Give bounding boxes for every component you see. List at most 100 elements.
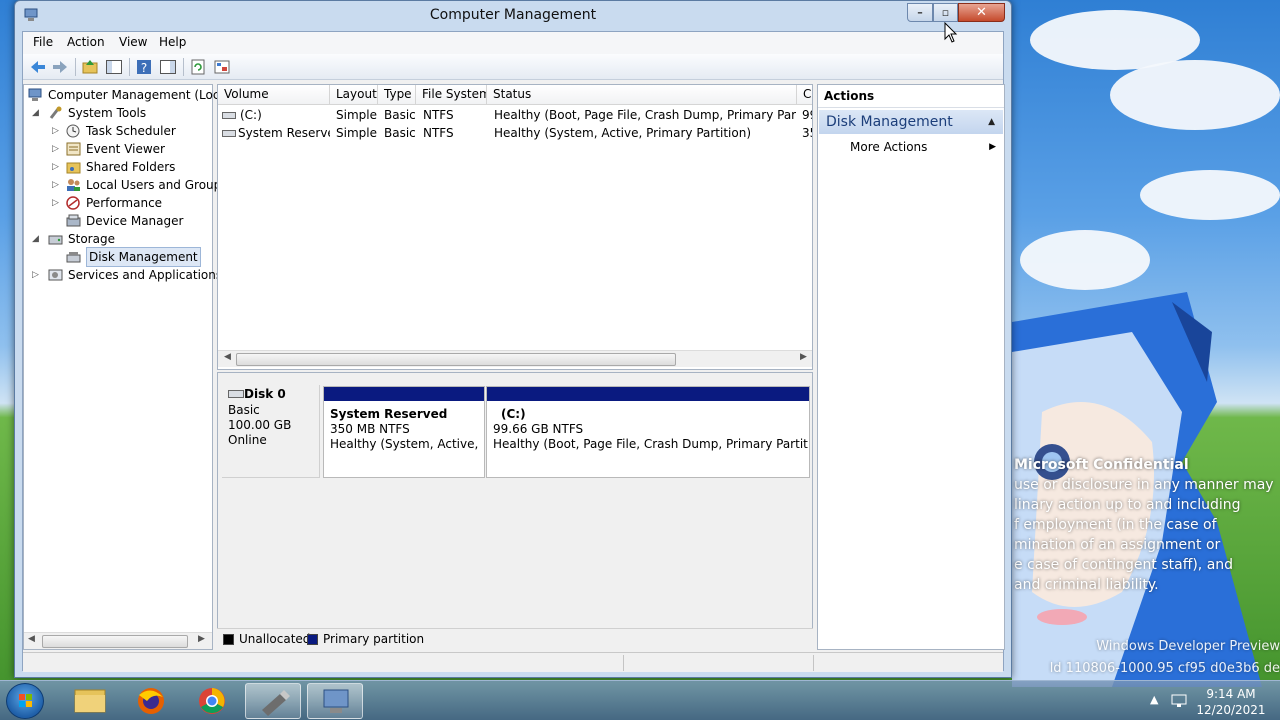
tree-node-computer-management[interactable]: Computer Management (Local [28, 86, 230, 104]
expand-arrow-icon[interactable]: ▷ [32, 266, 42, 284]
status-divider [813, 655, 814, 671]
cell-status: Healthy (System, Active, Primary Partiti… [494, 126, 752, 140]
partition-size: 350 MB NTFS [330, 422, 410, 436]
actions-group-label: Disk Management [826, 114, 953, 130]
properties-icon[interactable] [213, 58, 231, 76]
taskbar-firefox[interactable] [123, 683, 179, 719]
taskbar-computer-management[interactable] [307, 683, 363, 719]
menu-file[interactable]: File [33, 35, 53, 49]
event-viewer-icon [66, 142, 81, 156]
status-bar [23, 652, 1003, 672]
disk-0-info[interactable]: Disk 0 Basic 100.00 GB Online [222, 385, 320, 478]
partition-c-drive[interactable]: (C:) 99.66 GB NTFS Healthy (Boot, Page F… [486, 386, 810, 478]
cloud [1110, 60, 1280, 130]
show-hide-tree-icon[interactable] [105, 58, 123, 76]
disk-state: Online [228, 433, 267, 447]
expand-arrow-icon[interactable]: ▷ [52, 158, 62, 176]
refresh-icon[interactable] [189, 58, 207, 76]
tree-node-system-tools[interactable]: ◢ System Tools [32, 104, 212, 122]
expand-arrow-icon[interactable]: ▷ [52, 140, 62, 158]
column-header-type[interactable]: Type [378, 85, 416, 105]
maximize-icon: ▫ [941, 6, 950, 19]
start-button[interactable] [6, 683, 44, 719]
show-hide-action-pane-icon[interactable] [159, 58, 177, 76]
tree-label: Shared Folders [86, 160, 176, 174]
table-row[interactable]: System Reserved Simple Basic NTFS Health… [218, 124, 812, 142]
taskbar-chrome[interactable] [184, 683, 240, 719]
scroll-right-icon[interactable]: ▶ [198, 634, 205, 644]
tree-node-storage[interactable]: ◢ Storage [32, 230, 212, 248]
submenu-arrow-icon: ▶ [989, 142, 996, 152]
status-divider [623, 655, 624, 671]
column-header-status[interactable]: Status [487, 85, 797, 105]
scroll-left-icon[interactable]: ◀ [28, 634, 35, 644]
column-header-volume[interactable]: Volume [218, 85, 330, 105]
tree-label: System Tools [68, 106, 147, 120]
expand-arrow-icon[interactable]: ▷ [52, 176, 62, 194]
services-icon [48, 269, 63, 281]
tree-node-performance[interactable]: ▷ Performance [52, 194, 212, 212]
tree-node-device-manager[interactable]: Device Manager [52, 212, 212, 230]
svg-text:?: ? [141, 61, 147, 75]
title-bar[interactable]: Computer Management – ▫ ✕ [15, 1, 1011, 31]
expand-arrow-icon[interactable]: ▷ [52, 122, 62, 140]
menu-view[interactable]: View [119, 35, 147, 49]
collapse-arrow-icon[interactable]: ◢ [32, 230, 42, 248]
up-folder-icon[interactable] [81, 58, 99, 76]
cloud [1020, 230, 1150, 290]
column-header-file-system[interactable]: File System [416, 85, 487, 105]
scroll-thumb[interactable] [236, 353, 676, 366]
column-header-layout[interactable]: Layout [330, 85, 378, 105]
tree-node-services-and-applications[interactable]: ▷ Services and Applications [32, 266, 222, 284]
chrome-icon [199, 688, 225, 714]
scroll-right-icon[interactable]: ▶ [800, 352, 807, 362]
menu-help[interactable]: Help [159, 35, 186, 49]
disk-map: Disk 0 Basic 100.00 GB Online System Res… [217, 372, 813, 650]
expand-arrow-icon[interactable]: ▷ [52, 194, 62, 212]
back-arrow-icon[interactable] [29, 58, 47, 76]
table-row[interactable]: (C:) Simple Basic NTFS Healthy (Boot, Pa… [218, 106, 812, 124]
volume-list-horizontal-scrollbar[interactable]: ◀ ▶ [218, 350, 812, 367]
cell-volume: System Reserved [238, 126, 330, 140]
menu-bar: File Action View Help [23, 32, 1003, 54]
partition-name: System Reserved [330, 407, 448, 421]
show-hidden-icons[interactable]: ▲ [1150, 693, 1158, 706]
clock-date[interactable]: 12/20/2021 [1196, 702, 1266, 718]
help-icon[interactable]: ? [135, 58, 153, 76]
more-actions-item[interactable]: More Actions ▶ [850, 137, 1000, 157]
performance-icon [66, 196, 80, 210]
cell-file-system: NTFS [423, 108, 454, 122]
maximize-button[interactable]: ▫ [933, 3, 958, 22]
network-icon[interactable] [1170, 691, 1188, 709]
collapse-up-icon[interactable]: ▲ [988, 110, 995, 134]
clock-time[interactable]: 9:14 AM [1196, 686, 1266, 702]
toolbar: ? [23, 54, 1003, 80]
minimize-button[interactable]: – [907, 3, 933, 22]
scroll-thumb[interactable] [42, 635, 188, 648]
tree-label: Performance [86, 196, 163, 210]
cloud [1140, 170, 1280, 220]
windows-logo-icon [19, 694, 32, 707]
unallocated-swatch [223, 634, 234, 645]
tree-node-disk-management[interactable]: Disk Management [52, 247, 212, 267]
forward-arrow-icon[interactable] [51, 58, 69, 76]
cell-layout: Simple [336, 108, 377, 122]
watermark-line: mination of an assignment or [1014, 537, 1221, 553]
tree-node-local-users[interactable]: ▷ Local Users and Groups [52, 176, 228, 194]
tree-horizontal-scrollbar[interactable]: ◀ ▶ [24, 632, 212, 649]
partition-system-reserved[interactable]: System Reserved 350 MB NTFS Healthy (Sys… [323, 386, 485, 478]
scroll-left-icon[interactable]: ◀ [224, 352, 231, 362]
collapse-arrow-icon[interactable]: ◢ [32, 104, 42, 122]
taskbar-explorer[interactable] [62, 683, 118, 719]
menu-action[interactable]: Action [67, 35, 105, 49]
tree-node-shared-folders[interactable]: ▷ Shared Folders [52, 158, 212, 176]
cell-type: Basic [384, 126, 416, 140]
cell-status: Healthy (Boot, Page File, Crash Dump, Pr… [494, 108, 796, 122]
column-header-capacity[interactable]: C [797, 85, 812, 105]
taskbar-usb-drive[interactable] [245, 683, 301, 719]
tree-node-task-scheduler[interactable]: ▷ Task Scheduler [52, 122, 212, 140]
cell-capacity: 35 [802, 126, 812, 140]
tree-node-event-viewer[interactable]: ▷ Event Viewer [52, 140, 212, 158]
actions-group-disk-management[interactable]: Disk Management ▲ [819, 110, 1003, 134]
close-button[interactable]: ✕ [958, 3, 1005, 22]
